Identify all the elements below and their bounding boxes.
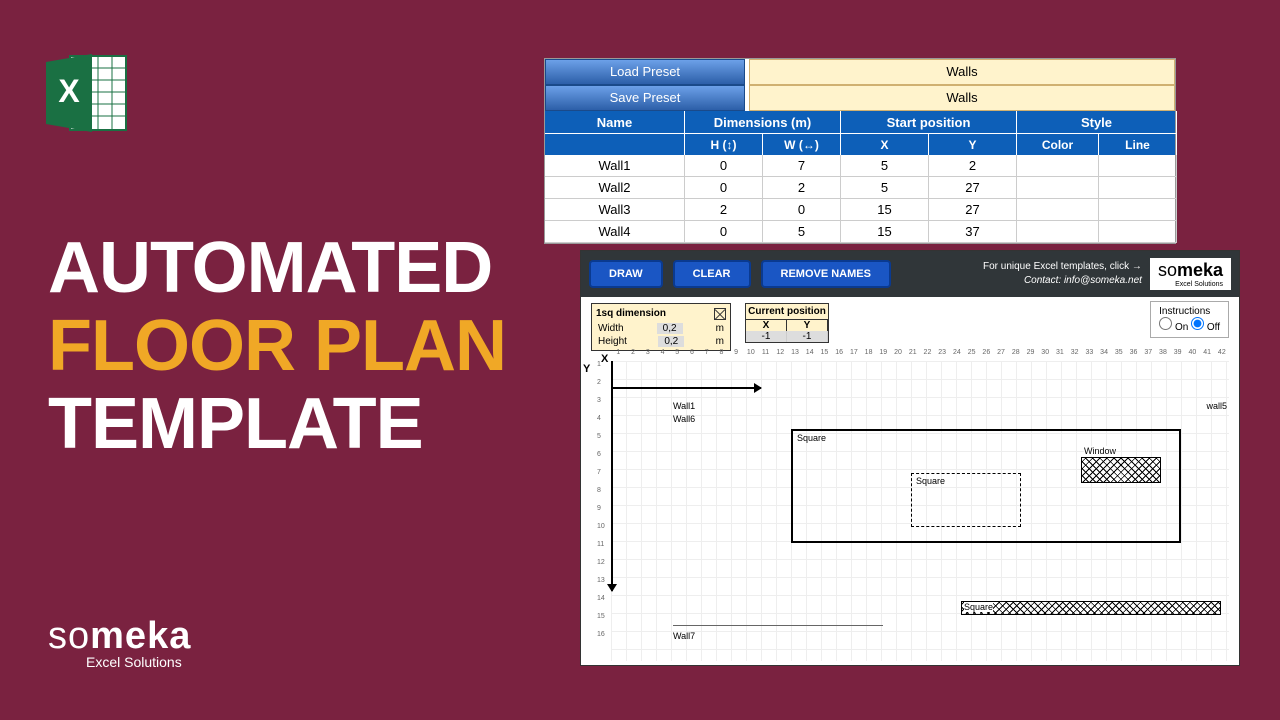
current-position-box: Current position XY -1-1 (745, 303, 829, 343)
square-dashed-shape[interactable]: Square (911, 473, 1021, 527)
save-preset-button[interactable]: Save Preset (545, 85, 745, 111)
window-shape[interactable]: Window (1081, 457, 1161, 483)
toolbar-info: For unique Excel templates, click → Cont… (983, 260, 1142, 288)
data-panel: Load Preset Walls Save Preset Walls Name… (544, 58, 1176, 244)
load-preset-button[interactable]: Load Preset (545, 59, 745, 85)
table-row[interactable]: Wall10752 (545, 155, 1175, 177)
table-subheader: H (↕) W (↔) X Y Color Line (545, 133, 1175, 155)
preset-name-1[interactable]: Walls (749, 59, 1175, 85)
remove-names-button[interactable]: REMOVE NAMES (761, 260, 891, 288)
height-input[interactable]: 0,2 (658, 336, 684, 347)
drawing-grid[interactable]: Y 12345678910111213141516171819202122232… (611, 361, 1229, 661)
preset-name-2[interactable]: Walls (749, 85, 1175, 111)
page-title: AUTOMATED FLOOR PLAN TEMPLATE (48, 230, 506, 463)
clear-button[interactable]: CLEAR (673, 260, 751, 288)
table-row[interactable]: Wall3201527 (545, 199, 1175, 221)
someka-logo: someka Excel Solutions (48, 615, 191, 670)
dimension-box: 1sq dimension Width0,2m Height0,2m (591, 303, 731, 351)
instructions-box: Instructions On Off (1150, 301, 1229, 338)
table-header: Name Dimensions (m) Start position Style (545, 111, 1175, 133)
width-input[interactable]: 0,2 (657, 323, 683, 334)
hatch-shape[interactable]: Square (961, 601, 1221, 615)
table-row[interactable]: Wall202527 (545, 177, 1175, 199)
table-row[interactable]: Wall4051537 (545, 221, 1175, 243)
excel-icon: X (42, 48, 132, 143)
instructions-off-radio[interactable]: Off (1191, 322, 1220, 333)
close-icon[interactable] (714, 308, 726, 320)
draw-button[interactable]: DRAW (589, 260, 663, 288)
svg-text:X: X (58, 73, 80, 109)
drawing-panel: DRAW CLEAR REMOVE NAMES For unique Excel… (580, 250, 1240, 666)
someka-badge: somekaExcel Solutions (1150, 258, 1231, 290)
instructions-on-radio[interactable]: On (1159, 322, 1188, 333)
